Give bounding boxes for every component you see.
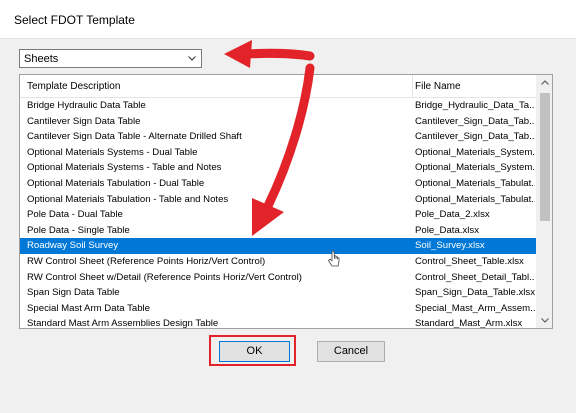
- column-divider[interactable]: [412, 75, 413, 97]
- file-name-cell: Standard_Mast_Arm.xlsx: [415, 318, 523, 328]
- file-name-cell: Span_Sign_Data_Table.xlsx: [415, 287, 535, 299]
- select-template-dialog: Select FDOT Template Sheets Template Des…: [0, 0, 576, 413]
- file-name-cell: Optional_Materials_Tabulat...: [415, 193, 535, 205]
- file-name-cell: Bridge_Hydraulic_Data_Ta...: [415, 100, 535, 111]
- file-name-cell: Control_Sheet_Detail_Tabl...: [415, 271, 535, 283]
- cancel-button[interactable]: Cancel: [317, 341, 385, 362]
- template-description-cell: Special Mast Arm Data Table: [27, 302, 150, 314]
- scrollbar-thumb[interactable]: [540, 93, 550, 221]
- template-description-cell: Span Sign Data Table: [27, 287, 120, 299]
- column-header-file-name[interactable]: File Name: [415, 81, 461, 92]
- file-name-cell: Optional_Materials_Tabulat...: [415, 177, 535, 189]
- table-row[interactable]: Optional Materials Systems - Table and N…: [20, 160, 536, 176]
- template-category-dropdown[interactable]: Sheets: [19, 49, 202, 68]
- template-list: Template Description File Name Bridge Hy…: [19, 74, 553, 329]
- file-name-cell: Optional_Materials_System...: [415, 146, 535, 158]
- template-description-cell: Roadway Soil Survey: [27, 240, 119, 252]
- template-description-cell: RW Control Sheet (Reference Points Horiz…: [27, 255, 266, 267]
- table-row[interactable]: Pole Data - Single Table Pole_Data.xlsx: [20, 223, 536, 239]
- template-description-cell: Optional Materials Systems - Dual Table: [27, 146, 198, 158]
- ok-highlight-box: [209, 335, 296, 366]
- file-name-cell: Cantilever_Sign_Data_Tab...: [415, 115, 535, 127]
- table-row[interactable]: Optional Materials Tabulation - Table an…: [20, 192, 536, 208]
- scroll-down-icon[interactable]: [537, 312, 553, 328]
- template-description-cell: Optional Materials Tabulation - Dual Tab…: [27, 177, 205, 189]
- template-description-cell: Cantilever Sign Data Table: [27, 115, 141, 127]
- list-rows: Bridge Hydraulic Data Table Bridge_Hydrau…: [20, 98, 536, 328]
- scroll-up-icon[interactable]: [537, 75, 553, 91]
- file-name-cell: Pole_Data.xlsx: [415, 224, 479, 236]
- table-row[interactable]: Pole Data - Dual Table Pole_Data_2.xlsx: [20, 207, 536, 223]
- table-row[interactable]: Cantilever Sign Data Table - Alternate D…: [20, 129, 536, 145]
- file-name-cell: Soil_Survey.xlsx: [415, 240, 485, 252]
- list-header: Template Description File Name: [20, 75, 536, 98]
- template-description-cell: Standard Mast Arm Assemblies Design Tabl…: [27, 318, 219, 328]
- table-row[interactable]: Special Mast Arm Data Table Special_Mast_…: [20, 301, 536, 317]
- table-row[interactable]: Standard Mast Arm Assemblies Design Tabl…: [20, 316, 536, 328]
- table-row[interactable]: RW Control Sheet w/Detail (Reference Poi…: [20, 270, 536, 286]
- file-name-cell: Control_Sheet_Table.xlsx: [415, 255, 524, 267]
- template-description-cell: RW Control Sheet w/Detail (Reference Poi…: [27, 271, 302, 283]
- file-name-cell: Special_Mast_Arm_Assem...: [415, 302, 535, 314]
- arrow-to-dropdown-icon: [224, 40, 315, 68]
- vertical-scrollbar[interactable]: [536, 75, 553, 328]
- table-row[interactable]: RW Control Sheet (Reference Points Horiz…: [20, 254, 536, 270]
- table-row[interactable]: Optional Materials Systems - Dual Table O…: [20, 145, 536, 161]
- table-row[interactable]: Optional Materials Tabulation - Dual Tab…: [20, 176, 536, 192]
- table-row[interactable]: Bridge Hydraulic Data Table Bridge_Hydrau…: [20, 98, 536, 114]
- dropdown-value: Sheets: [24, 53, 59, 65]
- table-row[interactable]: Span Sign Data Table Span_Sign_Data_Table…: [20, 285, 536, 301]
- mouse-cursor-icon: [328, 250, 340, 267]
- column-header-description[interactable]: Template Description: [27, 81, 120, 92]
- table-row[interactable]: Cantilever Sign Data Table Cantilever_Sig…: [20, 114, 536, 130]
- title-bar: Select FDOT Template: [0, 0, 576, 39]
- file-name-cell: Pole_Data_2.xlsx: [415, 209, 490, 221]
- template-description-cell: Optional Materials Systems - Table and N…: [27, 162, 222, 174]
- dialog-title: Select FDOT Template: [14, 13, 135, 27]
- template-description-cell: Pole Data - Single Table: [27, 224, 130, 236]
- template-description-cell: Pole Data - Dual Table: [27, 209, 123, 221]
- table-row[interactable]: Roadway Soil Survey Soil_Survey.xlsx: [20, 238, 536, 254]
- chevron-down-icon: [188, 56, 196, 61]
- file-name-cell: Cantilever_Sign_Data_Tab...: [415, 131, 535, 143]
- template-description-cell: Bridge Hydraulic Data Table: [27, 100, 146, 111]
- template-description-cell: Optional Materials Tabulation - Table an…: [27, 193, 229, 205]
- file-name-cell: Optional_Materials_System...: [415, 162, 535, 174]
- template-description-cell: Cantilever Sign Data Table - Alternate D…: [27, 131, 242, 143]
